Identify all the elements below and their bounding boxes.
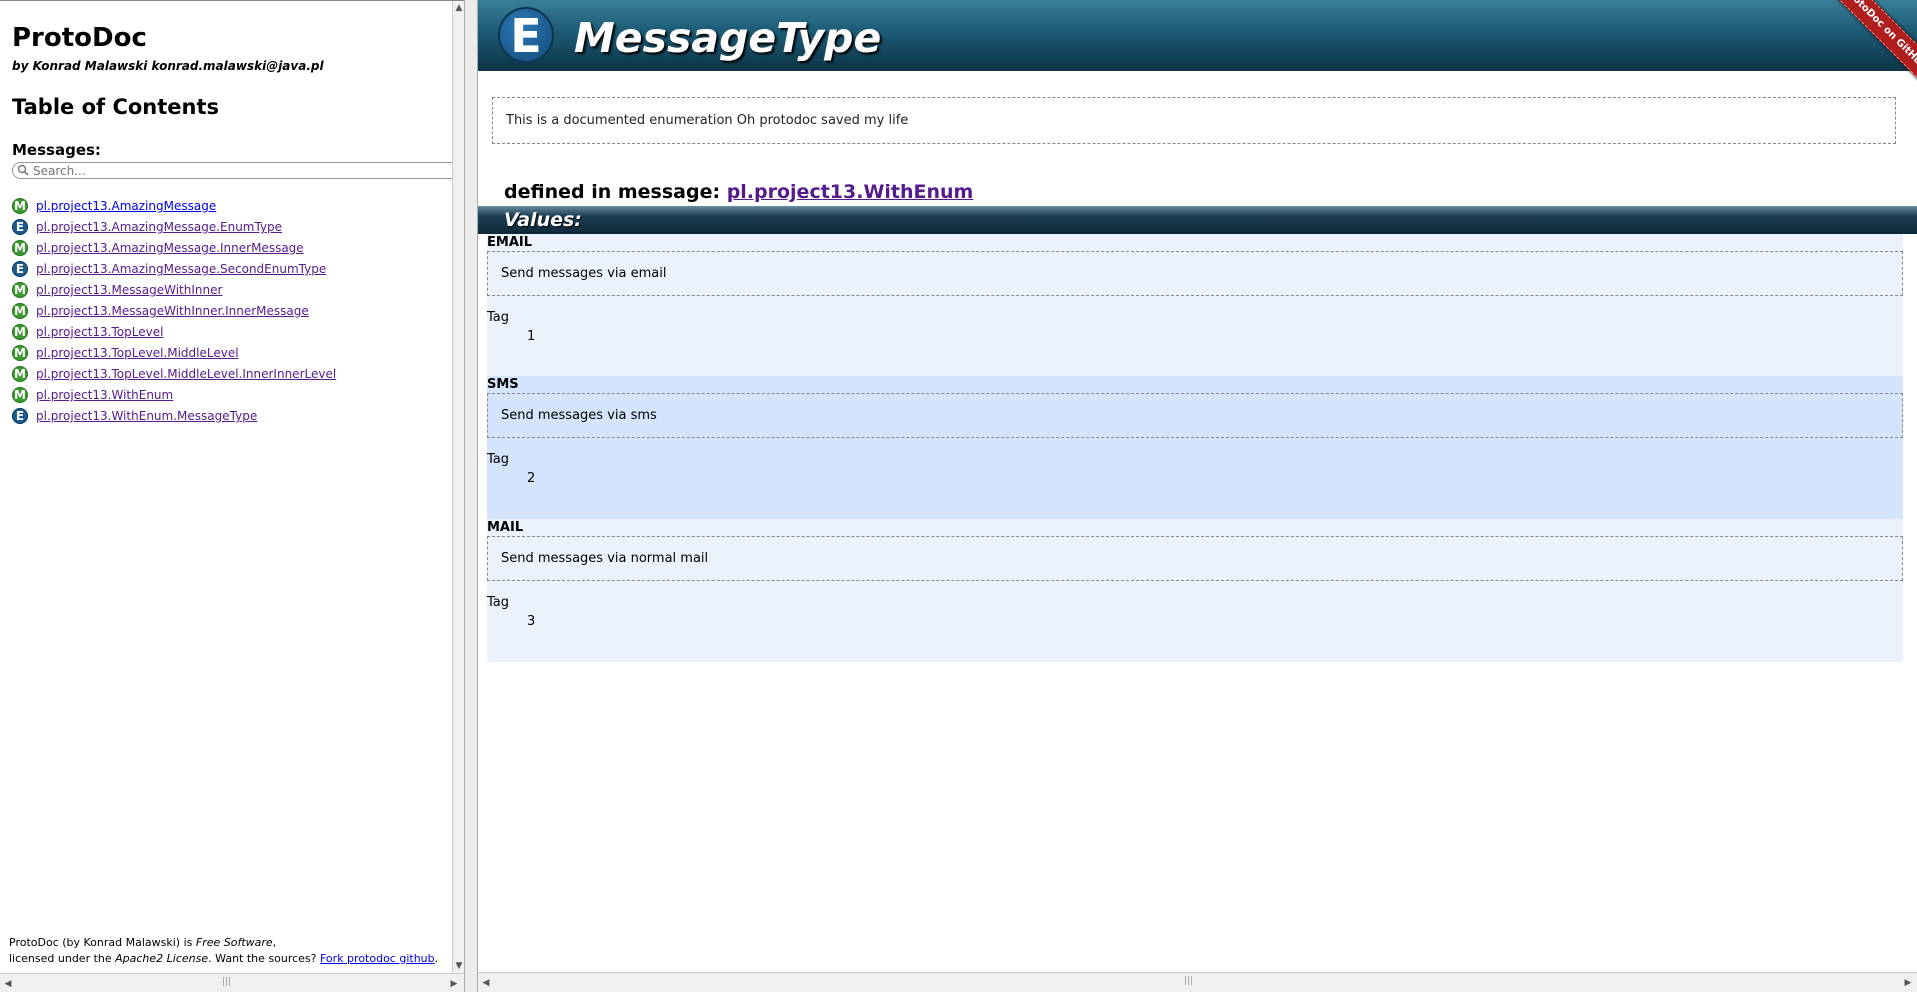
enum-value-block: EMAIL Send messages via email Tag 1 xyxy=(487,234,1903,376)
content-horizontal-scrollbar[interactable]: ◀ ||| ▶ xyxy=(478,972,1917,992)
values-section-header: Values: xyxy=(478,206,1917,234)
content-frame: E MessageType ProtoDoc on GitHub This is… xyxy=(478,0,1917,992)
toc-link[interactable]: pl.project13.WithEnum xyxy=(36,388,173,402)
footer: ProtoDoc (by Konrad Malawski) is Free So… xyxy=(9,935,438,967)
frame-divider[interactable] xyxy=(464,0,478,992)
toc-link[interactable]: pl.project13.AmazingMessage.EnumType xyxy=(36,220,282,234)
footer-text: . Want the sources? xyxy=(208,952,320,965)
search-icon xyxy=(17,164,29,176)
enum-badge-icon: E xyxy=(12,219,28,235)
enum-badge-icon: E xyxy=(12,408,28,424)
toc-link[interactable]: pl.project13.AmazingMessage.InnerMessage xyxy=(36,241,304,255)
fork-github-link[interactable]: Fork protodoc github xyxy=(320,952,435,965)
scroll-down-arrow-icon[interactable]: ▼ xyxy=(453,960,464,972)
search-box[interactable] xyxy=(12,162,464,179)
scroll-grip-icon[interactable]: ||| xyxy=(222,977,231,987)
values-header-label: Values: xyxy=(504,209,582,231)
app-title: ProtoDoc xyxy=(12,23,147,53)
message-badge-icon: M xyxy=(12,324,28,340)
scroll-right-arrow-icon[interactable]: ▶ xyxy=(1902,977,1914,989)
tag-label: Tag xyxy=(487,595,510,610)
message-badge-icon: M xyxy=(12,240,28,256)
enum-value-description: Send messages via normal mail xyxy=(487,536,1903,581)
search-input[interactable] xyxy=(33,163,453,178)
message-badge-icon: M xyxy=(12,387,28,403)
toc-link[interactable]: pl.project13.MessageWithInner xyxy=(36,283,222,297)
enum-value-name: EMAIL xyxy=(487,235,532,250)
toc-link[interactable]: pl.project13.WithEnum.MessageType xyxy=(36,409,257,423)
tag-value: 1 xyxy=(527,329,536,344)
enum-badge-icon: E xyxy=(12,261,28,277)
footer-text: , xyxy=(272,936,277,949)
enum-value-description: Send messages via email xyxy=(487,251,1903,296)
toc-link[interactable]: pl.project13.AmazingMessage.SecondEnumTy… xyxy=(36,262,326,276)
scroll-grip-icon[interactable]: ||| xyxy=(1184,976,1193,986)
sidebar-vertical-scrollbar[interactable]: ▲ ▼ xyxy=(452,1,464,973)
footer-emphasis: Free Software xyxy=(195,936,273,949)
toc-link[interactable]: pl.project13.MessageWithInner.InnerMessa… xyxy=(36,304,309,318)
scroll-up-arrow-icon[interactable]: ▲ xyxy=(453,2,464,14)
page-title: MessageType xyxy=(574,14,882,62)
scroll-right-arrow-icon[interactable]: ▶ xyxy=(448,978,460,990)
tag-value: 2 xyxy=(527,471,536,486)
defined-in-label: defined in message: xyxy=(504,181,727,203)
enum-value-block: MAIL Send messages via normal mail Tag 3 xyxy=(487,519,1903,662)
sidebar-frame: ProtoDoc by Konrad Malawski konrad.malaw… xyxy=(0,0,464,992)
enum-value-block: SMS Send messages via sms Tag 2 xyxy=(487,376,1903,519)
toc-link[interactable]: pl.project13.AmazingMessage xyxy=(36,199,216,213)
enum-badge-icon: E xyxy=(498,7,554,63)
enum-value-name: SMS xyxy=(487,377,519,392)
sidebar-horizontal-scrollbar[interactable]: ◀ ||| ▶ xyxy=(0,973,464,992)
message-badge-icon: M xyxy=(12,345,28,361)
tag-label: Tag xyxy=(487,310,510,325)
toc-link[interactable]: pl.project13.TopLevel.MiddleLevel.InnerI… xyxy=(36,367,336,381)
message-badge-icon: M xyxy=(12,366,28,382)
footer-text: . xyxy=(434,952,439,965)
defined-in-link[interactable]: pl.project13.WithEnum xyxy=(727,181,974,203)
enum-value-name: MAIL xyxy=(487,520,524,535)
footer-text: licensed under the xyxy=(9,952,116,965)
scroll-left-arrow-icon[interactable]: ◀ xyxy=(2,978,14,990)
sidebar-content: ProtoDoc by Konrad Malawski konrad.malaw… xyxy=(0,1,464,973)
toc-link[interactable]: pl.project13.TopLevel xyxy=(36,325,163,339)
message-badge-icon: M xyxy=(12,198,28,214)
tag-value: 3 xyxy=(527,614,536,629)
author-byline: by Konrad Malawski konrad.malawski@java.… xyxy=(12,59,324,73)
toc-title: Table of Contents xyxy=(12,95,220,119)
tag-label: Tag xyxy=(487,452,510,467)
footer-emphasis: Apache2 License xyxy=(115,952,209,965)
page-header: E MessageType xyxy=(478,0,1917,71)
messages-label: Messages: xyxy=(12,141,101,159)
scroll-left-arrow-icon[interactable]: ◀ xyxy=(480,977,492,989)
toc-link[interactable]: pl.project13.TopLevel.MiddleLevel xyxy=(36,346,239,360)
defined-in-heading: defined in message: pl.project13.WithEnu… xyxy=(504,181,973,203)
enum-description: This is a documented enumeration Oh prot… xyxy=(492,97,1896,144)
enum-value-description: Send messages via sms xyxy=(487,393,1903,438)
message-badge-icon: M xyxy=(12,282,28,298)
footer-text: ProtoDoc (by Konrad Malawski) is xyxy=(9,936,196,949)
message-badge-icon: M xyxy=(12,303,28,319)
